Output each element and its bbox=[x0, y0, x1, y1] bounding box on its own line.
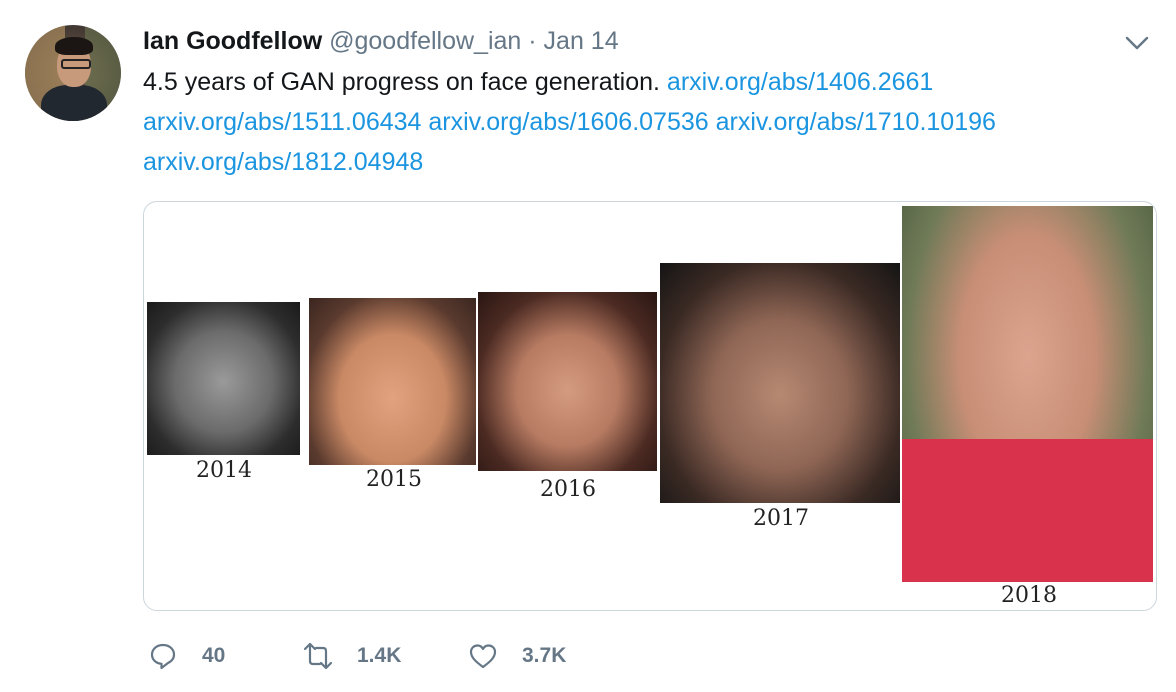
retweet-button[interactable]: 1.4K bbox=[303, 640, 401, 672]
year-label-2015: 2015 bbox=[366, 467, 422, 492]
media-card[interactable]: 2014 2015 2016 2017 2018 bbox=[143, 201, 1157, 611]
like-count: 3.7K bbox=[522, 644, 567, 667]
year-label-2018: 2018 bbox=[1001, 583, 1057, 608]
face-image-2017 bbox=[660, 263, 900, 503]
link-1406-2661[interactable]: arxiv.org/abs/1406.2661 bbox=[667, 68, 933, 96]
face-image-2018 bbox=[902, 206, 1153, 582]
tweet: Ian Goodfellow @goodfellow_ian · Jan 14 … bbox=[0, 0, 1176, 692]
tweet-body-text: 4.5 years of GAN progress on face genera… bbox=[143, 68, 660, 96]
tweet-date[interactable]: Jan 14 bbox=[544, 27, 619, 55]
retweet-icon bbox=[303, 642, 333, 670]
tweet-header: Ian Goodfellow @goodfellow_ian · Jan 14 bbox=[143, 26, 619, 56]
separator-dot: · bbox=[528, 27, 537, 55]
tweet-text: 4.5 years of GAN progress on face genera… bbox=[143, 62, 1143, 182]
reply-icon bbox=[150, 643, 176, 670]
reply-count: 40 bbox=[202, 644, 226, 667]
face-image-2016 bbox=[478, 292, 657, 471]
link-1511-06434[interactable]: arxiv.org/abs/1511.06434 bbox=[143, 108, 421, 136]
author-name[interactable]: Ian Goodfellow bbox=[143, 27, 322, 55]
like-button[interactable]: 3.7K bbox=[468, 640, 566, 672]
avatar-glasses bbox=[61, 59, 91, 69]
link-1606-07536[interactable]: arxiv.org/abs/1606.07536 bbox=[428, 108, 708, 136]
avatar-shoulders bbox=[41, 85, 107, 121]
avatar[interactable] bbox=[25, 25, 121, 121]
year-label-2017: 2017 bbox=[753, 506, 809, 531]
chevron-down-icon[interactable] bbox=[1124, 34, 1150, 52]
author-handle[interactable]: @goodfellow_ian bbox=[329, 27, 521, 55]
year-label-2014: 2014 bbox=[196, 458, 252, 483]
heart-icon bbox=[469, 644, 497, 669]
retweet-count: 1.4K bbox=[357, 644, 402, 667]
link-1812-04948[interactable]: arxiv.org/abs/1812.04948 bbox=[143, 148, 423, 176]
reply-button[interactable]: 40 bbox=[148, 640, 225, 672]
year-label-2016: 2016 bbox=[540, 477, 596, 502]
link-1710-10196[interactable]: arxiv.org/abs/1710.10196 bbox=[716, 108, 996, 136]
face-image-2014 bbox=[147, 302, 300, 455]
avatar-hair bbox=[55, 37, 93, 55]
face-image-2015 bbox=[309, 298, 476, 465]
